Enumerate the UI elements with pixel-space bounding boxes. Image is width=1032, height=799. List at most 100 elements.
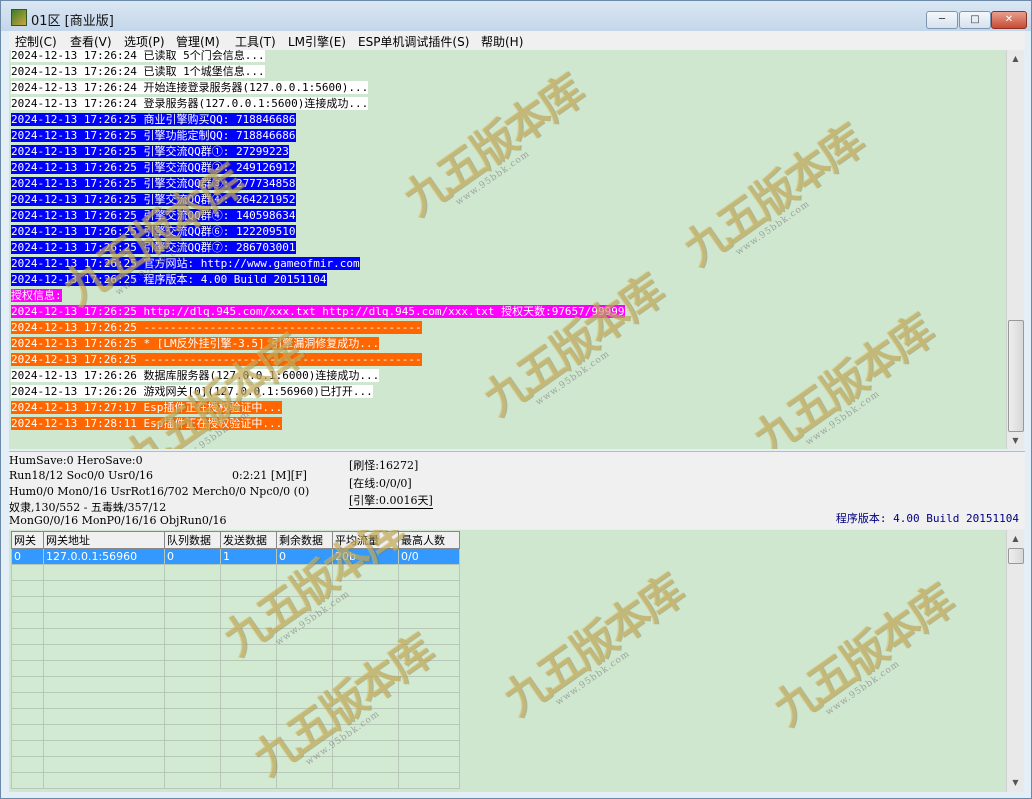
log-line: 2024-12-13 17:26:26 游戏网关[0](127.0.0.1:56… bbox=[11, 385, 373, 398]
table-cell bbox=[398, 708, 460, 725]
watermark-logo: 九五版本库www.95bbk.com bbox=[674, 116, 872, 276]
table-cell bbox=[11, 724, 44, 741]
table-cell bbox=[220, 708, 277, 725]
status-online: [在线:0/0/0] bbox=[349, 477, 412, 490]
table-cell bbox=[43, 740, 165, 757]
scroll-up-arrow-icon[interactable]: ▲ bbox=[1007, 530, 1024, 547]
table-row[interactable] bbox=[11, 692, 460, 709]
scroll-thumb[interactable] bbox=[1008, 320, 1024, 432]
log-pane[interactable]: 2024-12-13 17:26:24 已读取 5个门会信息... 2024-1… bbox=[9, 50, 1006, 449]
table-cell bbox=[276, 756, 333, 773]
table-row[interactable]: 0 127.0.0.1:56960 0 1 0 20b 0/0 bbox=[11, 548, 460, 565]
table-cell bbox=[43, 628, 165, 645]
column-header[interactable]: 发送数据 bbox=[220, 531, 277, 549]
status-engine: [引擎:0.0016天] bbox=[349, 494, 433, 509]
table-cell bbox=[11, 628, 44, 645]
menu-tools[interactable]: 工具(T) bbox=[235, 33, 276, 50]
menu-options[interactable]: 选项(P) bbox=[124, 33, 165, 50]
table-row[interactable] bbox=[11, 580, 460, 597]
menu-help[interactable]: 帮助(H) bbox=[481, 33, 523, 50]
maximize-button[interactable]: □ bbox=[959, 11, 991, 29]
table-row[interactable] bbox=[11, 628, 460, 645]
column-header[interactable]: 最高人数 bbox=[398, 531, 460, 549]
scroll-down-arrow-icon[interactable]: ▼ bbox=[1007, 774, 1024, 791]
main-window: 01区 [商业版] ─ □ ✕ 控制(C) 查看(V) 选项(P) 管理(M) … bbox=[0, 0, 1032, 799]
table-row[interactable] bbox=[11, 772, 460, 789]
gate-grid-pane[interactable]: 网关 网关地址 队列数据 发送数据 剩余数据 平均流量 最高人数 0 127.0… bbox=[9, 530, 1006, 792]
table-row[interactable] bbox=[11, 564, 460, 581]
log-line: 2024-12-13 17:26:25 程序版本: 4.00 Build 201… bbox=[11, 273, 327, 286]
table-cell bbox=[332, 772, 399, 789]
table-cell bbox=[398, 676, 460, 693]
log-line: 2024-12-13 17:26:25 http://dlq.945.com/x… bbox=[11, 305, 625, 318]
scroll-up-arrow-icon[interactable]: ▲ bbox=[1007, 50, 1024, 67]
table-cell bbox=[164, 740, 221, 757]
close-button[interactable]: ✕ bbox=[991, 11, 1027, 29]
table-row[interactable] bbox=[11, 724, 460, 741]
table-cell bbox=[164, 724, 221, 741]
table-cell bbox=[276, 644, 333, 661]
menu-view[interactable]: 查看(V) bbox=[70, 33, 112, 50]
minimize-button[interactable]: ─ bbox=[926, 11, 958, 29]
table-cell bbox=[220, 596, 277, 613]
log-scrollbar[interactable]: ▲ ▼ bbox=[1006, 50, 1024, 449]
column-header[interactable]: 网关地址 bbox=[43, 531, 165, 549]
log-line: 2024-12-13 17:26:24 已读取 5个门会信息... bbox=[11, 50, 265, 62]
gate-table: 网关 网关地址 队列数据 发送数据 剩余数据 平均流量 最高人数 0 127.0… bbox=[11, 531, 460, 789]
table-row[interactable] bbox=[11, 612, 460, 629]
log-line: 2024-12-13 17:26:25 --------------------… bbox=[11, 321, 422, 334]
table-cell bbox=[332, 708, 399, 725]
table-row[interactable] bbox=[11, 740, 460, 757]
status-save: HumSave:0 HeroSave:0 bbox=[9, 454, 143, 467]
table-cell bbox=[164, 660, 221, 677]
table-row[interactable] bbox=[11, 660, 460, 677]
column-header[interactable]: 队列数据 bbox=[164, 531, 221, 549]
table-row[interactable] bbox=[11, 676, 460, 693]
table-cell bbox=[11, 564, 44, 581]
column-header[interactable]: 网关 bbox=[11, 531, 44, 549]
table-cell bbox=[220, 660, 277, 677]
table-cell bbox=[332, 660, 399, 677]
log-line: 2024-12-13 17:27:17 Esp插件正在授权验证中... bbox=[11, 401, 283, 414]
table-cell bbox=[43, 676, 165, 693]
table-row[interactable] bbox=[11, 708, 460, 725]
title-bar[interactable]: 01区 [商业版] ─ □ ✕ bbox=[1, 1, 1031, 31]
table-cell bbox=[398, 724, 460, 741]
table-row[interactable] bbox=[11, 644, 460, 661]
app-icon[interactable] bbox=[11, 9, 27, 26]
table-cell bbox=[164, 756, 221, 773]
log-line: 2024-12-13 17:26:25 商业引擎购买QQ: 718846686 bbox=[11, 113, 296, 126]
menu-control[interactable]: 控制(C) bbox=[15, 33, 57, 50]
table-cell bbox=[164, 612, 221, 629]
log-line: 2024-12-13 17:26:25 引擎功能定制QQ: 718846686 bbox=[11, 129, 296, 142]
table-cell bbox=[276, 692, 333, 709]
log-line: 2024-12-13 17:26:25 引擎交流QQ群②: 249126912 bbox=[11, 161, 296, 174]
table-cell: 0 bbox=[276, 548, 333, 565]
column-header[interactable]: 剩余数据 bbox=[276, 531, 333, 549]
log-line: 2024-12-13 17:26:25 官方网站: http://www.gam… bbox=[11, 257, 360, 270]
table-cell bbox=[11, 772, 44, 789]
table-cell bbox=[276, 612, 333, 629]
table-cell bbox=[164, 676, 221, 693]
scroll-thumb[interactable] bbox=[1008, 548, 1024, 564]
table-cell bbox=[220, 564, 277, 581]
table-row[interactable] bbox=[11, 596, 460, 613]
menu-lm-engine[interactable]: LM引擎(E) bbox=[288, 33, 346, 50]
table-cell bbox=[276, 740, 333, 757]
table-cell bbox=[11, 676, 44, 693]
table-cell bbox=[43, 644, 165, 661]
table-cell bbox=[398, 596, 460, 613]
table-row[interactable] bbox=[11, 756, 460, 773]
column-header[interactable]: 平均流量 bbox=[332, 531, 399, 549]
table-cell bbox=[332, 628, 399, 645]
table-cell bbox=[398, 612, 460, 629]
table-cell bbox=[398, 644, 460, 661]
scroll-down-arrow-icon[interactable]: ▼ bbox=[1007, 432, 1024, 449]
menu-esp-plugin[interactable]: ESP单机调试插件(S) bbox=[358, 33, 469, 50]
watermark-logo: 九五版本库www.95bbk.com bbox=[764, 576, 962, 736]
grid-scrollbar[interactable]: ▲ ▼ bbox=[1006, 530, 1024, 792]
menu-manage[interactable]: 管理(M) bbox=[176, 33, 220, 50]
table-cell bbox=[332, 676, 399, 693]
table-cell bbox=[11, 660, 44, 677]
status-run: Run18/12 Soc0/0 Usr0/16 bbox=[9, 469, 154, 482]
